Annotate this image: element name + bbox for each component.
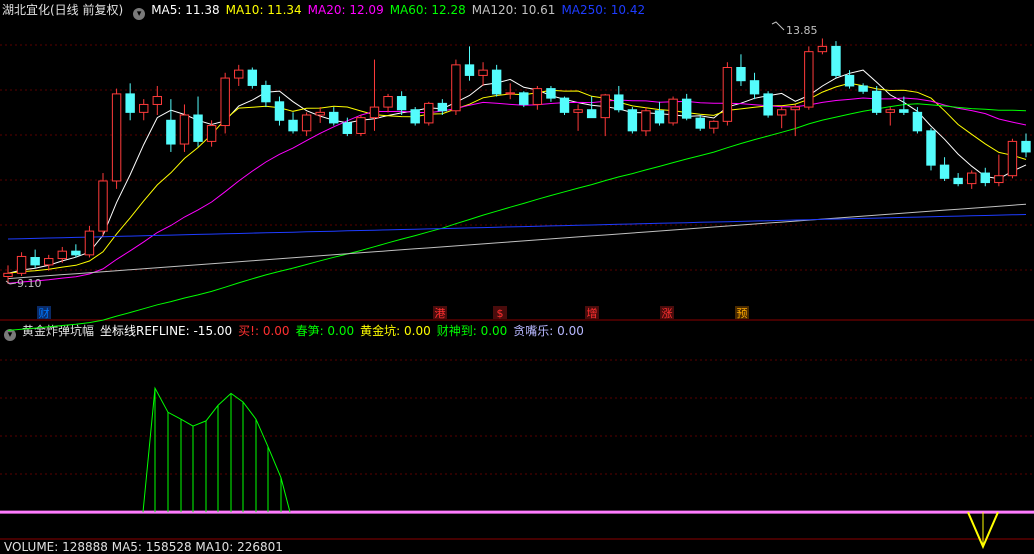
ma-line (7, 97, 1027, 284)
candle-body (315, 111, 325, 116)
candle-body (858, 85, 868, 92)
candle-body (342, 122, 353, 134)
candle-body (926, 130, 936, 166)
candle-body (139, 103, 149, 113)
candle-body (179, 114, 190, 145)
candle-body (3, 272, 13, 278)
candle-body (44, 258, 54, 266)
candle-body (831, 45, 841, 76)
candle-body (695, 117, 705, 129)
candle-body (980, 172, 990, 184)
candle-body (125, 93, 135, 113)
candle-body (369, 106, 380, 119)
candle-body (994, 175, 1004, 184)
candle-body (261, 84, 271, 103)
candle-body (288, 119, 298, 132)
candle-body (641, 110, 651, 132)
candle-body (84, 230, 95, 256)
candle-body (451, 64, 461, 112)
candle-body (681, 98, 692, 119)
event-marker: 涨 (662, 307, 673, 320)
candle-body (491, 69, 502, 95)
candle-body (736, 67, 746, 82)
candle-body (790, 106, 800, 111)
candle-body (247, 69, 258, 86)
candle-body (274, 101, 285, 121)
candle-body (301, 114, 312, 132)
ma-line (7, 103, 1027, 331)
candle-body (627, 109, 638, 132)
candle-body (844, 74, 855, 87)
candle-body (519, 92, 529, 105)
candle-body (396, 96, 407, 111)
candle-body (939, 164, 950, 179)
candle-body (166, 119, 176, 145)
high-price-label: 13.85 (786, 24, 818, 37)
low-price-label: 9.10 (17, 277, 42, 290)
candle-body (600, 94, 610, 119)
candle-body (1007, 140, 1018, 177)
candle-body (464, 64, 475, 76)
candle-body (356, 117, 366, 134)
ma-line (7, 214, 1027, 240)
candle-body (559, 97, 570, 113)
candle-body (586, 109, 597, 119)
candle-body (152, 96, 163, 105)
candle-body (573, 109, 583, 113)
candle-body (912, 111, 923, 132)
candle-body (383, 96, 393, 108)
candle-body (478, 69, 488, 76)
candle-body (871, 90, 882, 113)
candle-body (763, 93, 773, 116)
event-marker: $ (497, 307, 504, 320)
ma-line (7, 203, 1027, 280)
candle-body (437, 102, 448, 112)
event-marker: 增 (587, 306, 598, 320)
candle-body (709, 120, 719, 129)
candle-body (804, 51, 814, 108)
kline-chart[interactable]: 13.85 9.10 财 港 $ 增 涨 预 (0, 0, 1034, 550)
candle-body (98, 180, 108, 232)
candle-body (546, 88, 556, 99)
candle-body (71, 250, 81, 256)
event-marker: 财 (39, 306, 50, 320)
candle-body (899, 109, 909, 113)
candle-body (1021, 140, 1031, 153)
candle-body (410, 109, 420, 124)
candle-body (532, 88, 543, 105)
candle-body (234, 69, 244, 79)
event-marker: 预 (737, 307, 748, 320)
candle-body (505, 92, 515, 95)
candle-body (817, 45, 828, 53)
candle-body (654, 110, 665, 124)
candle-body (966, 172, 977, 185)
candle-body (57, 250, 68, 260)
candle-body (30, 257, 40, 266)
candle-body (424, 102, 434, 124)
candle-body (885, 109, 895, 113)
candle-body (722, 67, 733, 122)
candle-body (614, 94, 624, 111)
event-marker: 港 (435, 307, 446, 320)
candle-body (749, 80, 760, 95)
candle-body (220, 77, 230, 127)
candle-body (193, 114, 203, 142)
high-pointer (771, 21, 785, 31)
candle-body (953, 177, 963, 185)
candle-body (329, 111, 339, 124)
candle-body (16, 255, 27, 274)
candle-body (111, 93, 122, 182)
candle-body (206, 125, 217, 142)
candle-body (668, 98, 678, 124)
candle-body (776, 109, 787, 116)
